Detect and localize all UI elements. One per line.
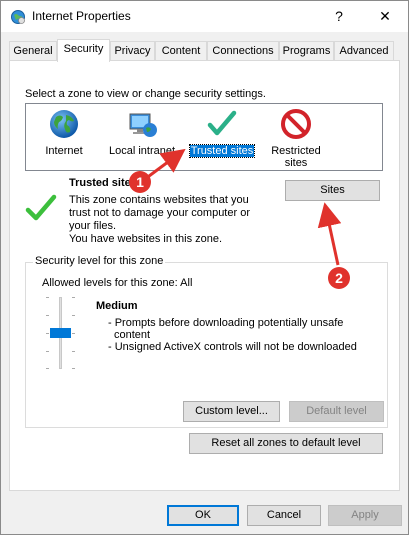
reset-all-zones-button[interactable]: Reset all zones to default level bbox=[189, 433, 383, 454]
slider-tick bbox=[46, 351, 49, 352]
zone-label: Local intranet bbox=[108, 145, 176, 157]
sites-button[interactable]: Sites bbox=[285, 180, 380, 201]
tab-content[interactable]: Content bbox=[155, 41, 207, 61]
zone-desc-line: trust not to damage your computer or bbox=[69, 207, 250, 219]
annotation-badge-1: 1 bbox=[129, 171, 151, 193]
custom-level-button[interactable]: Custom level... bbox=[183, 401, 280, 422]
allowed-levels-label: Allowed levels for this zone: All bbox=[42, 277, 193, 289]
globe-icon bbox=[48, 110, 80, 143]
zone-restricted-sites[interactable]: Restricted sites bbox=[266, 108, 326, 169]
trusted-sites-checkmark-icon bbox=[24, 191, 58, 228]
apply-button[interactable]: Apply bbox=[328, 505, 402, 526]
zone-internet[interactable]: Internet bbox=[36, 108, 92, 157]
slider-tick bbox=[72, 315, 75, 316]
security-level-description: - Prompts before downloading potentially… bbox=[108, 317, 357, 353]
zone-label-line2: sites bbox=[284, 157, 308, 169]
tab-privacy[interactable]: Privacy bbox=[110, 41, 155, 61]
tab-bar: General Security Privacy Content Connect… bbox=[1, 39, 408, 62]
slider-tick bbox=[72, 368, 75, 369]
slider-tick bbox=[46, 333, 49, 334]
internet-properties-icon bbox=[10, 9, 26, 25]
security-level-name: Medium bbox=[96, 300, 138, 312]
tab-advanced[interactable]: Advanced bbox=[334, 41, 394, 61]
cancel-button[interactable]: Cancel bbox=[247, 505, 321, 526]
zone-desc-line: your files. bbox=[69, 220, 117, 232]
no-entry-icon bbox=[280, 109, 312, 143]
slider-tick bbox=[72, 351, 75, 352]
green-checkmark-icon bbox=[206, 110, 238, 143]
zone-list: Internet Local intranet Trusted sites Re… bbox=[25, 103, 383, 171]
slider-tick bbox=[46, 315, 49, 316]
group-legend: Security level for this zone bbox=[33, 255, 166, 267]
zone-label: Trusted sites bbox=[188, 144, 256, 158]
annotation-badge-2: 2 bbox=[328, 267, 350, 289]
security-level-slider[interactable] bbox=[46, 297, 76, 369]
help-button[interactable]: ? bbox=[316, 1, 362, 32]
slider-tick bbox=[46, 368, 49, 369]
zone-desc-line: You have websites in this zone. bbox=[69, 233, 223, 245]
slider-thumb[interactable] bbox=[50, 328, 71, 338]
tab-programs[interactable]: Programs bbox=[279, 41, 334, 61]
tab-connections[interactable]: Connections bbox=[207, 41, 279, 61]
title-bar: Internet Properties ? ✕ bbox=[1, 1, 408, 32]
zone-info-description: This zone contains websites that you tru… bbox=[69, 194, 250, 246]
slider-tick bbox=[72, 333, 75, 334]
level-bullet: content bbox=[114, 329, 151, 341]
window-title: Internet Properties bbox=[32, 9, 131, 23]
level-bullet: - Prompts before downloading potentially… bbox=[108, 317, 344, 329]
ok-button[interactable]: OK bbox=[167, 505, 239, 526]
internet-properties-dialog: Internet Properties ? ✕ General Security… bbox=[0, 0, 409, 535]
zone-label: Internet bbox=[45, 145, 83, 157]
close-button[interactable]: ✕ bbox=[362, 1, 408, 32]
zone-info-title: Trusted sites bbox=[69, 177, 137, 189]
slider-tick bbox=[46, 297, 49, 298]
tab-general[interactable]: General bbox=[9, 41, 57, 61]
zone-label-line1: Restricted bbox=[271, 145, 321, 157]
zone-trusted-sites[interactable]: Trusted sites bbox=[186, 108, 258, 158]
tab-security[interactable]: Security bbox=[57, 39, 110, 62]
default-level-button[interactable]: Default level bbox=[289, 401, 384, 422]
zone-desc-line: This zone contains websites that you bbox=[69, 194, 249, 206]
level-bullet: - Unsigned ActiveX controls will not be … bbox=[108, 341, 357, 353]
zone-local-intranet[interactable]: Local intranet bbox=[104, 108, 180, 157]
network-computer-icon bbox=[126, 113, 158, 143]
zone-instruction: Select a zone to view or change security… bbox=[25, 88, 266, 100]
slider-tick bbox=[72, 297, 75, 298]
